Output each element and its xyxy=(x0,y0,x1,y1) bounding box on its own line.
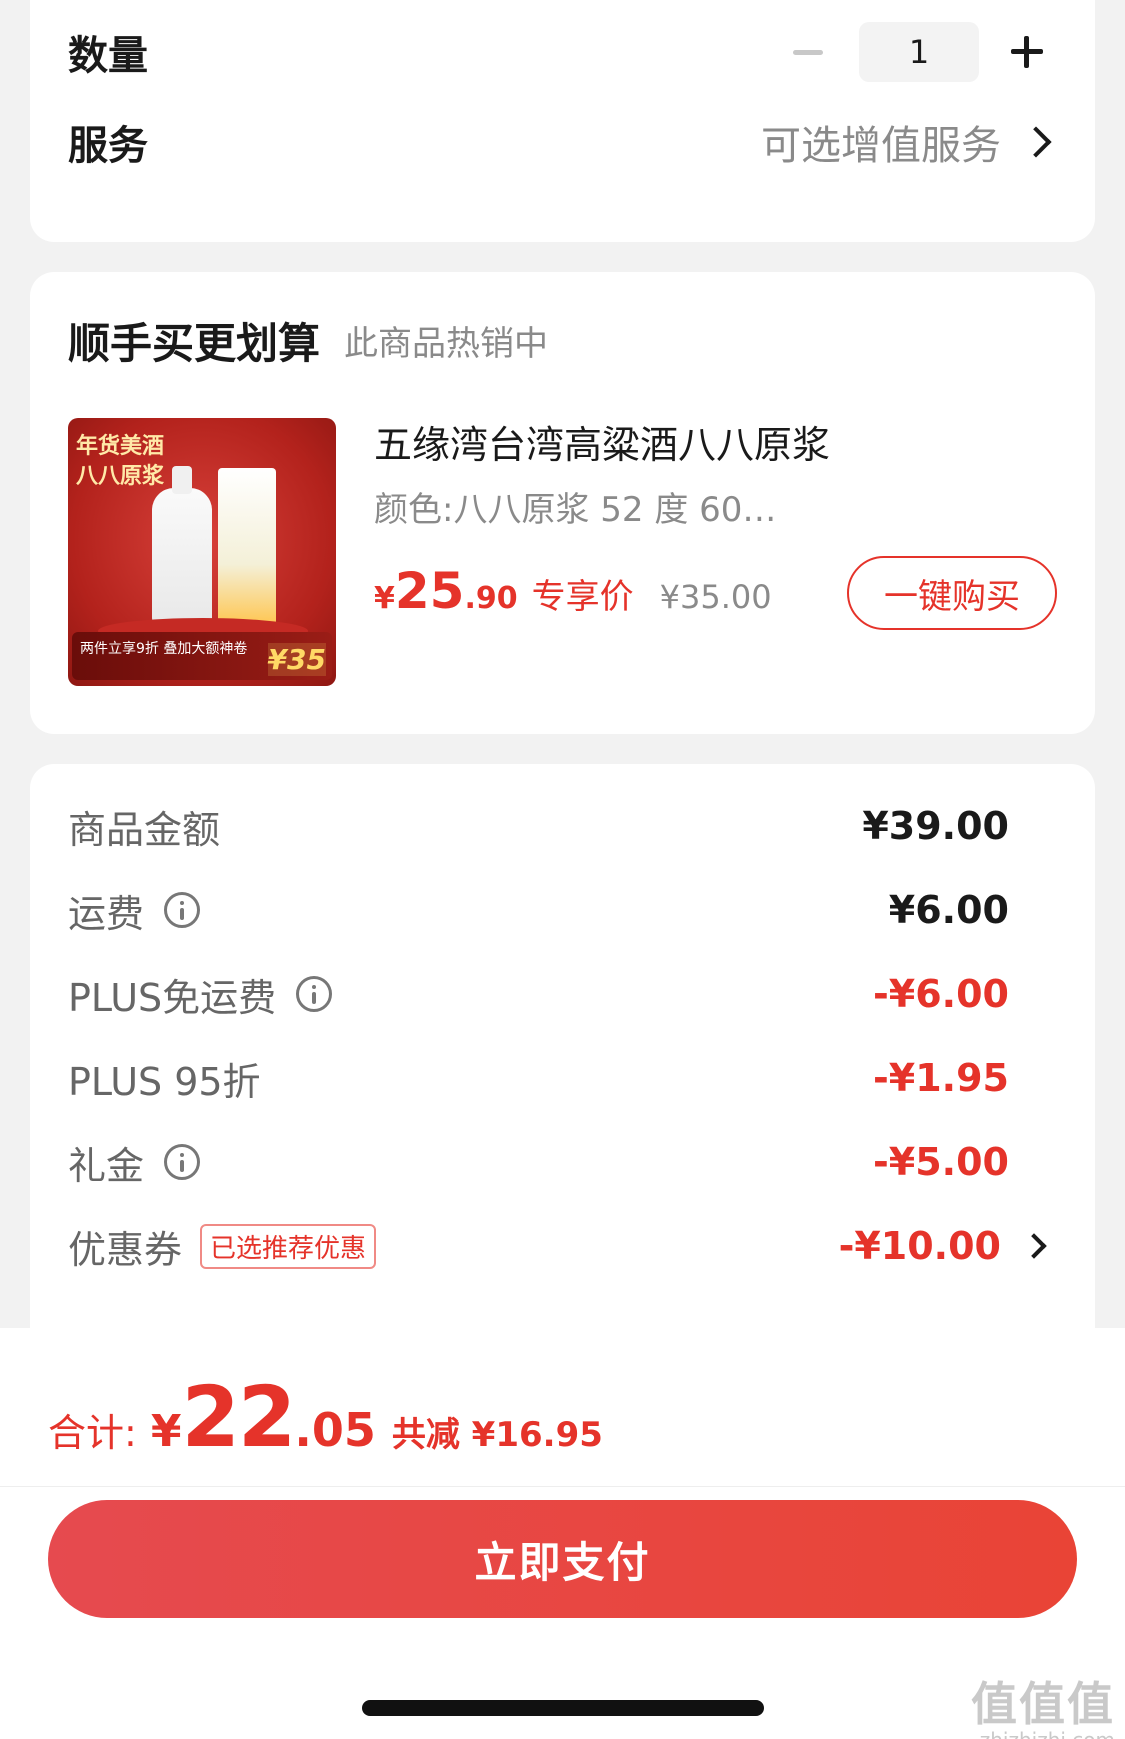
product-image-price: ¥35 xyxy=(267,643,326,676)
exclusive-price-tag: 专享价 xyxy=(531,577,634,617)
info-icon[interactable] xyxy=(164,892,201,928)
coupon-badge: 已选推荐优惠 xyxy=(200,1223,377,1269)
total-reduced: 共减 ¥16.95 xyxy=(391,1415,603,1455)
quantity-input[interactable]: 1 xyxy=(859,22,979,82)
upsell-title: 顺手买更划算 xyxy=(68,318,321,368)
quantity-label: 数量 xyxy=(68,33,148,79)
summary-row-shipping: 运费 ¥6.00 xyxy=(68,888,1009,936)
info-icon[interactable] xyxy=(164,1144,201,1180)
upsell-subtitle: 此商品热销中 xyxy=(344,323,549,364)
original-price: ¥35.00 xyxy=(659,578,772,616)
upsell-card: 顺手买更划算 此商品热销中 年货美酒 八八原浆 两件立享9折 叠加大额神卷 ¥3… xyxy=(30,272,1095,734)
service-row[interactable]: 服务 可选增值服务 xyxy=(68,110,1057,174)
watermark: 值值值 zhizhizhi.com xyxy=(971,1677,1115,1739)
quantity-stepper: 1 xyxy=(781,22,1057,82)
quantity-service-card: 数量 1 服务 可选增值服务 xyxy=(30,0,1095,242)
chevron-right-icon xyxy=(1021,1233,1047,1259)
service-label: 服务 xyxy=(68,123,148,169)
service-value: 可选增值服务 xyxy=(761,123,1001,169)
checkout-bar: 合计: ¥ 22 .05 共减 ¥16.95 立即支付 值值值 zhizhizh… xyxy=(0,1328,1125,1739)
plus-icon[interactable] xyxy=(997,22,1057,82)
info-icon[interactable] xyxy=(296,976,333,1012)
summary-row-plus-discount: PLUS 95折 -¥1.95 xyxy=(68,1056,1009,1104)
total-price: 合计: ¥ 22 .05 共减 ¥16.95 xyxy=(48,1368,603,1466)
one-click-buy-button[interactable]: 一键购买 xyxy=(847,556,1057,630)
summary-row-gift: 礼金 -¥5.00 xyxy=(68,1140,1009,1188)
product-name[interactable]: 五缘湾台湾高粱酒八八原浆 xyxy=(374,414,830,469)
minus-icon[interactable] xyxy=(781,22,841,82)
quantity-row: 数量 1 xyxy=(68,20,1057,84)
chevron-right-icon xyxy=(1020,126,1052,158)
summary-row-coupon[interactable]: 优惠券 已选推荐优惠 -¥10.00 xyxy=(68,1216,1057,1276)
product-spec: 颜色:八八原浆 52 度 600... xyxy=(374,490,794,530)
product-image[interactable]: 年货美酒 八八原浆 两件立享9折 叠加大额神卷 ¥35 xyxy=(68,418,336,686)
home-indicator[interactable] xyxy=(362,1700,764,1716)
summary-row-goods: 商品金额 ¥39.00 xyxy=(68,804,1009,852)
upsell-header: 顺手买更划算 此商品热销中 xyxy=(68,310,1057,370)
product-price: ¥ 25 .90 专享价 ¥35.00 xyxy=(374,562,772,620)
product-image-tag: 年货美酒 八八原浆 xyxy=(76,434,165,489)
summary-row-plus-shipping: PLUS免运费 -¥6.00 xyxy=(68,972,1009,1020)
bottle-illustration xyxy=(152,466,212,628)
pay-now-button[interactable]: 立即支付 xyxy=(48,1500,1077,1618)
product-image-banner: 两件立享9折 叠加大额神卷 ¥35 xyxy=(72,632,332,680)
divider xyxy=(0,1486,1125,1487)
box-illustration xyxy=(218,468,276,628)
price-summary-card: 商品金额 ¥39.00 运费 ¥6.00 PLUS免运费 -¥6.00 PLUS… xyxy=(30,764,1095,1384)
